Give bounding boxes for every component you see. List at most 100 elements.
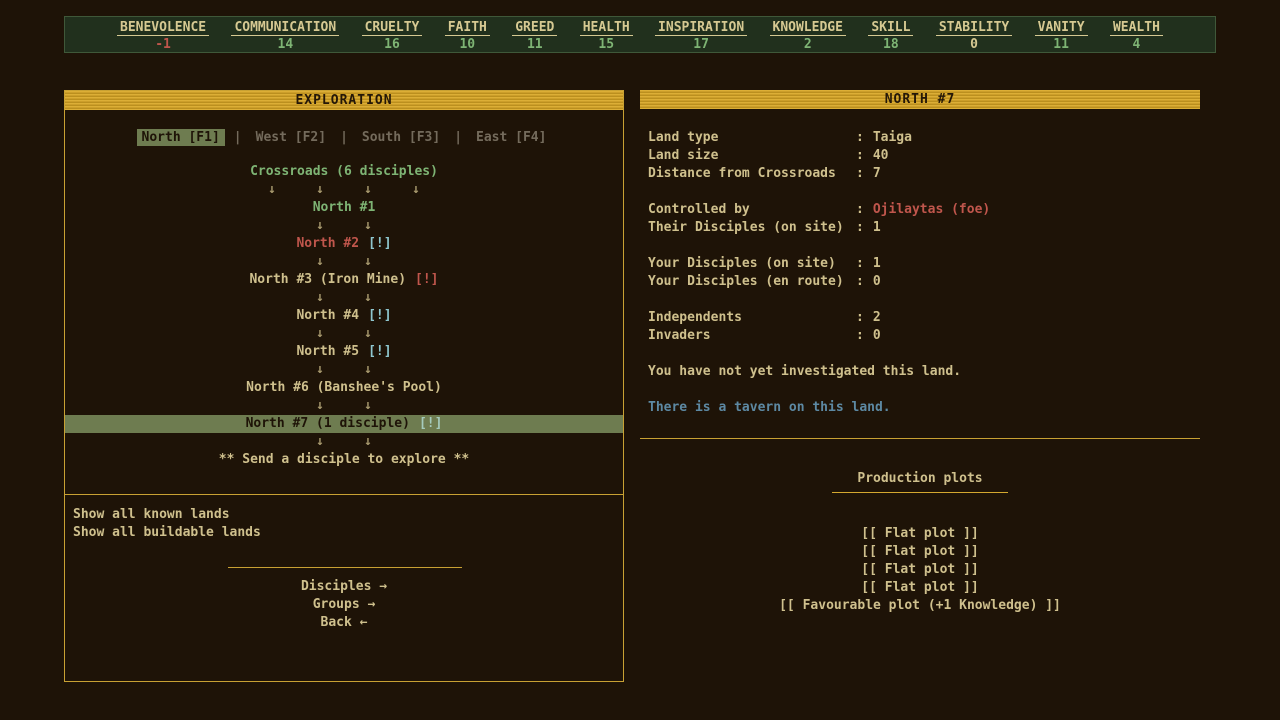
tree-node-north-3[interactable]: North #3 (Iron Mine)[!] [65, 271, 623, 289]
production-plots-list: [[ Flat plot ]] [[ Flat plot ]] [[ Flat … [640, 525, 1200, 615]
menu-item-disciples[interactable]: Disciples → [65, 578, 623, 596]
stat-name: CRUELTY [362, 21, 423, 36]
stat-value: 11 [1053, 37, 1069, 53]
stat-name: VANITY [1035, 21, 1088, 36]
info-row-independents: Independents:2 [648, 309, 1200, 327]
game-screen: BENEVOLENCE -1 COMMUNICATION 14 CRUELTY … [0, 0, 1280, 720]
alert-flag: [!] [368, 236, 391, 251]
arrow-down-icon: ↓ [296, 181, 344, 199]
tree-branch-arrows: ↓↓ [65, 289, 623, 307]
stat-value: 2 [804, 37, 812, 53]
exploration-panel: EXPLORATION North [F1] | West [F2] | Sou… [64, 90, 624, 682]
stat-communication: COMMUNICATION 14 [231, 21, 339, 52]
menu-item-groups[interactable]: Groups → [65, 596, 623, 614]
arrow-down-icon: ↓ [296, 433, 344, 451]
stat-benevolence: BENEVOLENCE -1 [117, 21, 209, 52]
tab-north[interactable]: North [F1] [137, 129, 225, 146]
stat-knowledge: KNOWLEDGE 2 [770, 21, 846, 52]
tree-node-north-5[interactable]: North #5[!] [65, 343, 623, 361]
exploration-panel-title: EXPLORATION [65, 91, 623, 110]
alert-flag: [!] [419, 416, 442, 431]
panel-divider [640, 438, 1200, 439]
tab-separator: | [340, 130, 348, 145]
stat-greed: GREED 11 [512, 21, 557, 52]
arrow-down-icon: ↓ [296, 217, 344, 235]
info-row-your-disciples-on-site: Your Disciples (on site):1 [648, 255, 1200, 273]
stat-name: STABILITY [936, 21, 1012, 36]
tree-node-crossroads[interactable]: Crossroads (6 disciples) [65, 163, 623, 181]
tree-branch-arrows: ↓↓ [65, 361, 623, 379]
stat-health: HEALTH 15 [580, 21, 633, 52]
direction-tabs: North [F1] | West [F2] | South [F3] | Ea… [65, 127, 623, 147]
menu-item-show-known-lands[interactable]: Show all known lands [73, 506, 230, 524]
exploration-tree: Crossroads (6 disciples) ↓↓↓↓ North #1 ↓… [65, 163, 623, 469]
stat-vanity: VANITY 11 [1035, 21, 1088, 52]
stat-stability: STABILITY 0 [936, 21, 1012, 52]
stat-value: 16 [384, 37, 400, 53]
stat-name: GREED [512, 21, 557, 36]
stat-name: INSPIRATION [655, 21, 747, 36]
info-row-invaders: Invaders:0 [648, 327, 1200, 345]
production-plot[interactable]: [[ Flat plot ]] [640, 543, 1200, 561]
land-detail-panel: NORTH #7 Land type:Taiga Land size:40 Di… [640, 90, 1200, 682]
arrow-down-icon: ↓ [296, 325, 344, 343]
production-plots-title: Production plots [640, 470, 1200, 488]
stat-skill: SKILL 18 [868, 21, 913, 52]
tab-separator: | [234, 130, 242, 145]
stat-inspiration: INSPIRATION 17 [655, 21, 747, 52]
send-disciple-hint[interactable]: ** Send a disciple to explore ** [65, 451, 623, 469]
alert-flag: [!] [368, 344, 391, 359]
stat-wealth: WEALTH 4 [1110, 21, 1163, 52]
arrow-down-icon: ↓ [344, 325, 392, 343]
stat-value: 14 [278, 37, 294, 53]
tree-branch-arrows: ↓↓ [65, 325, 623, 343]
land-info: Land type:Taiga Land size:40 Distance fr… [648, 129, 1200, 345]
info-row-controlled-by: Controlled by:Ojilaytas (foe) [648, 201, 1200, 219]
tab-south[interactable]: South [F3] [357, 129, 445, 146]
arrow-down-icon: ↓ [296, 397, 344, 415]
panel-divider [65, 494, 623, 495]
menu-item-back[interactable]: Back ← [65, 614, 623, 632]
stats-bar: BENEVOLENCE -1 COMMUNICATION 14 CRUELTY … [64, 16, 1216, 53]
arrow-down-icon: ↓ [344, 217, 392, 235]
arrow-down-icon: ↓ [344, 181, 392, 199]
stat-value: 18 [883, 37, 899, 53]
note-not-investigated: You have not yet investigated this land. [648, 363, 961, 381]
info-row-their-disciples: Their Disciples (on site):1 [648, 219, 1200, 237]
production-plot[interactable]: [[ Flat plot ]] [640, 525, 1200, 543]
production-plot-favourable[interactable]: [[ Favourable plot (+1 Knowledge) ]] [640, 597, 1200, 615]
tree-node-north-1[interactable]: North #1 [65, 199, 623, 217]
info-row-land-size: Land size:40 [648, 147, 1200, 165]
production-plot[interactable]: [[ Flat plot ]] [640, 579, 1200, 597]
arrow-down-icon: ↓ [248, 181, 296, 199]
arrow-down-icon: ↓ [344, 253, 392, 271]
arrow-down-icon: ↓ [344, 361, 392, 379]
tree-branch-arrows: ↓↓ [65, 217, 623, 235]
stat-faith: FAITH 10 [445, 21, 490, 52]
tree-branch-arrows: ↓↓ [65, 253, 623, 271]
tree-node-north-7-selected[interactable]: North #7 (1 disciple)[!] [65, 415, 623, 433]
stat-value: 0 [970, 37, 978, 53]
tab-east[interactable]: East [F4] [471, 129, 551, 146]
alert-flag: [!] [415, 272, 438, 287]
note-tavern: There is a tavern on this land. [648, 399, 891, 417]
info-row-land-type: Land type:Taiga [648, 129, 1200, 147]
stat-name: KNOWLEDGE [770, 21, 846, 36]
production-plot[interactable]: [[ Flat plot ]] [640, 561, 1200, 579]
tree-node-north-6[interactable]: North #6 (Banshee's Pool) [65, 379, 623, 397]
tree-branch-arrows: ↓↓ [65, 397, 623, 415]
info-row-distance: Distance from Crossroads:7 [648, 165, 1200, 183]
stat-value: 10 [459, 37, 475, 53]
arrow-down-icon: ↓ [392, 181, 440, 199]
tab-west[interactable]: West [F2] [251, 129, 331, 146]
menu-divider [228, 567, 462, 568]
tree-branch-arrows: ↓↓ [65, 433, 623, 451]
arrow-down-icon: ↓ [296, 289, 344, 307]
arrow-down-icon: ↓ [344, 289, 392, 307]
tree-node-north-4[interactable]: North #4[!] [65, 307, 623, 325]
production-title-underline [832, 492, 1008, 493]
tree-node-north-2[interactable]: North #2[!] [65, 235, 623, 253]
alert-flag: [!] [368, 308, 391, 323]
info-row-your-disciples-en-route: Your Disciples (en route):0 [648, 273, 1200, 291]
menu-item-show-buildable-lands[interactable]: Show all buildable lands [73, 524, 261, 542]
